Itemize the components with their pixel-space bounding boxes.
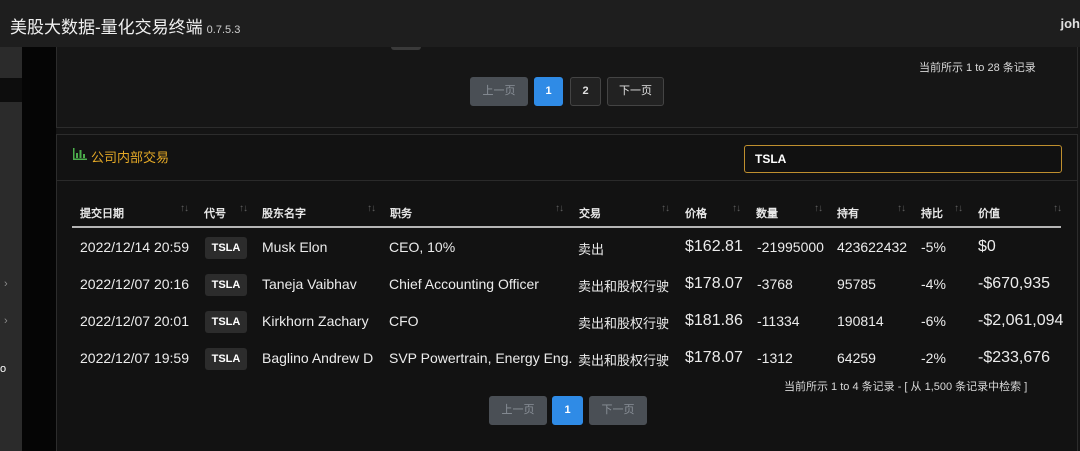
cell-owned-pct: -4% xyxy=(921,276,946,292)
record-info: 当前所示 1 to 28 条记录 xyxy=(919,62,1036,74)
chevron-right-icon[interactable]: › xyxy=(4,278,8,290)
table-header-divider xyxy=(72,226,1061,228)
cell-quantity: -11334 xyxy=(757,313,800,329)
page-2-button[interactable]: 2 xyxy=(570,77,601,106)
cell-holder: Baglino Andrew D xyxy=(262,350,374,366)
sort-icon[interactable]: ↑↓ xyxy=(180,203,189,214)
prev-page-button[interactable]: 上一页 xyxy=(470,77,528,106)
sort-icon[interactable]: ↑↓ xyxy=(814,203,823,214)
cell-position: Chief Accounting Officer xyxy=(389,276,539,292)
cell-date: 2022/12/14 20:59 xyxy=(80,239,189,255)
cell-trade: 卖出和股权行驶 xyxy=(578,353,670,368)
column-header-owned[interactable]: 持有 xyxy=(837,205,859,221)
sort-icon[interactable]: ↑↓ xyxy=(661,203,670,214)
sort-icon[interactable]: ↑↓ xyxy=(239,203,248,214)
sort-icon[interactable]: ↑↓ xyxy=(954,203,963,214)
cell-position: CEO, 10% xyxy=(389,239,456,255)
user-name[interactable]: joh xyxy=(1061,16,1080,31)
cell-owned: 64259 xyxy=(837,350,876,366)
cell-date: 2022/12/07 20:01 xyxy=(80,313,189,329)
column-header-quantity[interactable]: 数量 xyxy=(756,205,778,221)
cell-owned: 423622432 xyxy=(837,239,908,255)
cell-price: $178.07 xyxy=(685,349,743,366)
cell-value: -$670,935 xyxy=(978,275,1051,292)
cell-price: $181.86 xyxy=(685,312,743,329)
cell-quantity: -3768 xyxy=(757,276,793,292)
column-header-value[interactable]: 价值 xyxy=(978,205,1000,221)
cell-holder: Musk Elon xyxy=(262,239,328,255)
cell-price: $178.07 xyxy=(685,275,743,292)
ticker-badge[interactable]: TSLA xyxy=(205,237,247,259)
title-bar: 美股大数据-量化交易终端 0.7.5.3 joh xyxy=(0,0,1080,47)
cell-position: CFO xyxy=(389,313,419,329)
app-version: 0.7.5.3 xyxy=(206,24,241,36)
panel-title: 公司内部交易 xyxy=(91,150,170,165)
sidebar: › › xyxy=(0,47,22,451)
cell-holder: Taneja Vaibhav xyxy=(262,276,357,292)
column-header-owned-pct[interactable]: 持比 xyxy=(921,205,943,221)
cell-price: $162.81 xyxy=(685,238,743,255)
cell-date: 2022/12/07 20:16 xyxy=(80,276,189,292)
cell-owned: 190814 xyxy=(837,313,884,329)
cell-quantity: -1312 xyxy=(757,350,793,366)
cell-owned-pct: -2% xyxy=(921,350,946,366)
ticker-badge[interactable]: TSLA xyxy=(205,311,247,333)
cell-quantity: -21995000 xyxy=(757,239,824,255)
cell-holder: Kirkhorn Zachary xyxy=(262,313,369,329)
cell-owned-pct: -5% xyxy=(921,239,946,255)
cell-trade: 卖出和股权行驶 xyxy=(578,316,670,331)
next-page-button[interactable]: 下一页 xyxy=(589,396,647,425)
column-header-holder[interactable]: 股东名字 xyxy=(262,205,306,221)
table-row[interactable]: 2022/12/07 19:59 TSLA Baglino Andrew D S… xyxy=(72,340,1061,377)
page-1-button[interactable]: 1 xyxy=(552,396,583,425)
cell-owned-pct: -6% xyxy=(921,313,946,329)
sort-icon[interactable]: ↑↓ xyxy=(1053,203,1062,214)
app-title: 美股大数据-量化交易终端 0.7.5.3 xyxy=(10,18,241,37)
cell-trade: 卖出 xyxy=(578,242,605,257)
bar-chart-icon xyxy=(73,148,87,160)
record-info: 当前所示 1 to 4 条记录 - [ 从 1,500 条记录中检索 ] xyxy=(784,381,1028,393)
previous-table-panel: 当前所示 1 to 28 条记录 上一页 1 2 下一页 xyxy=(56,47,1078,128)
column-header-price[interactable]: 价格 xyxy=(685,205,707,221)
table-row[interactable]: 2022/12/07 20:01 TSLA Kirkhorn Zachary C… xyxy=(72,303,1064,340)
page-1-button[interactable]: 1 xyxy=(534,77,563,106)
sort-icon[interactable]: ↑↓ xyxy=(555,203,564,214)
sort-icon[interactable]: ↑↓ xyxy=(732,203,741,214)
cell-trade: 卖出和股权行驶 xyxy=(578,279,670,294)
ticker-badge[interactable]: TSLA xyxy=(205,348,247,370)
column-header-date[interactable]: 提交日期 xyxy=(80,205,124,221)
previous-element-sliver xyxy=(391,47,421,50)
sidebar-gutter xyxy=(22,47,56,451)
sort-icon[interactable]: ↑↓ xyxy=(367,203,376,214)
sidebar-active-item[interactable] xyxy=(0,78,22,102)
chevron-right-icon[interactable]: › xyxy=(4,315,8,327)
column-header-position[interactable]: 职务 xyxy=(390,205,412,221)
table-row[interactable]: 2022/12/07 20:16 TSLA Taneja Vaibhav Chi… xyxy=(72,266,1061,303)
cell-value: -$233,676 xyxy=(978,349,1051,366)
insider-trading-panel: 公司内部交易 提交日期 ↑↓ 代号 ↑↓ 股东名字 ↑↓ 职务 ↑↓ 交易 ↑↓… xyxy=(56,134,1078,451)
cell-value: $0 xyxy=(978,238,996,255)
column-header-ticker[interactable]: 代号 xyxy=(204,205,226,221)
table-row[interactable]: 2022/12/14 20:59 TSLA Musk Elon CEO, 10%… xyxy=(72,229,1061,266)
sort-icon[interactable]: ↑↓ xyxy=(897,203,906,214)
ticker-badge[interactable]: TSLA xyxy=(205,274,247,296)
sidebar-toggle[interactable]: o xyxy=(0,363,6,375)
column-header-trade[interactable]: 交易 xyxy=(579,205,601,221)
cell-value: -$2,061,094 xyxy=(978,312,1064,329)
cell-owned: 95785 xyxy=(837,276,876,292)
cell-date: 2022/12/07 19:59 xyxy=(80,350,189,366)
prev-page-button[interactable]: 上一页 xyxy=(489,396,547,425)
panel-header: 公司内部交易 xyxy=(57,135,1077,181)
ticker-search-input[interactable] xyxy=(744,145,1062,173)
next-page-button[interactable]: 下一页 xyxy=(607,77,664,106)
cell-position: SVP Powertrain, Energy Eng. xyxy=(389,350,573,366)
